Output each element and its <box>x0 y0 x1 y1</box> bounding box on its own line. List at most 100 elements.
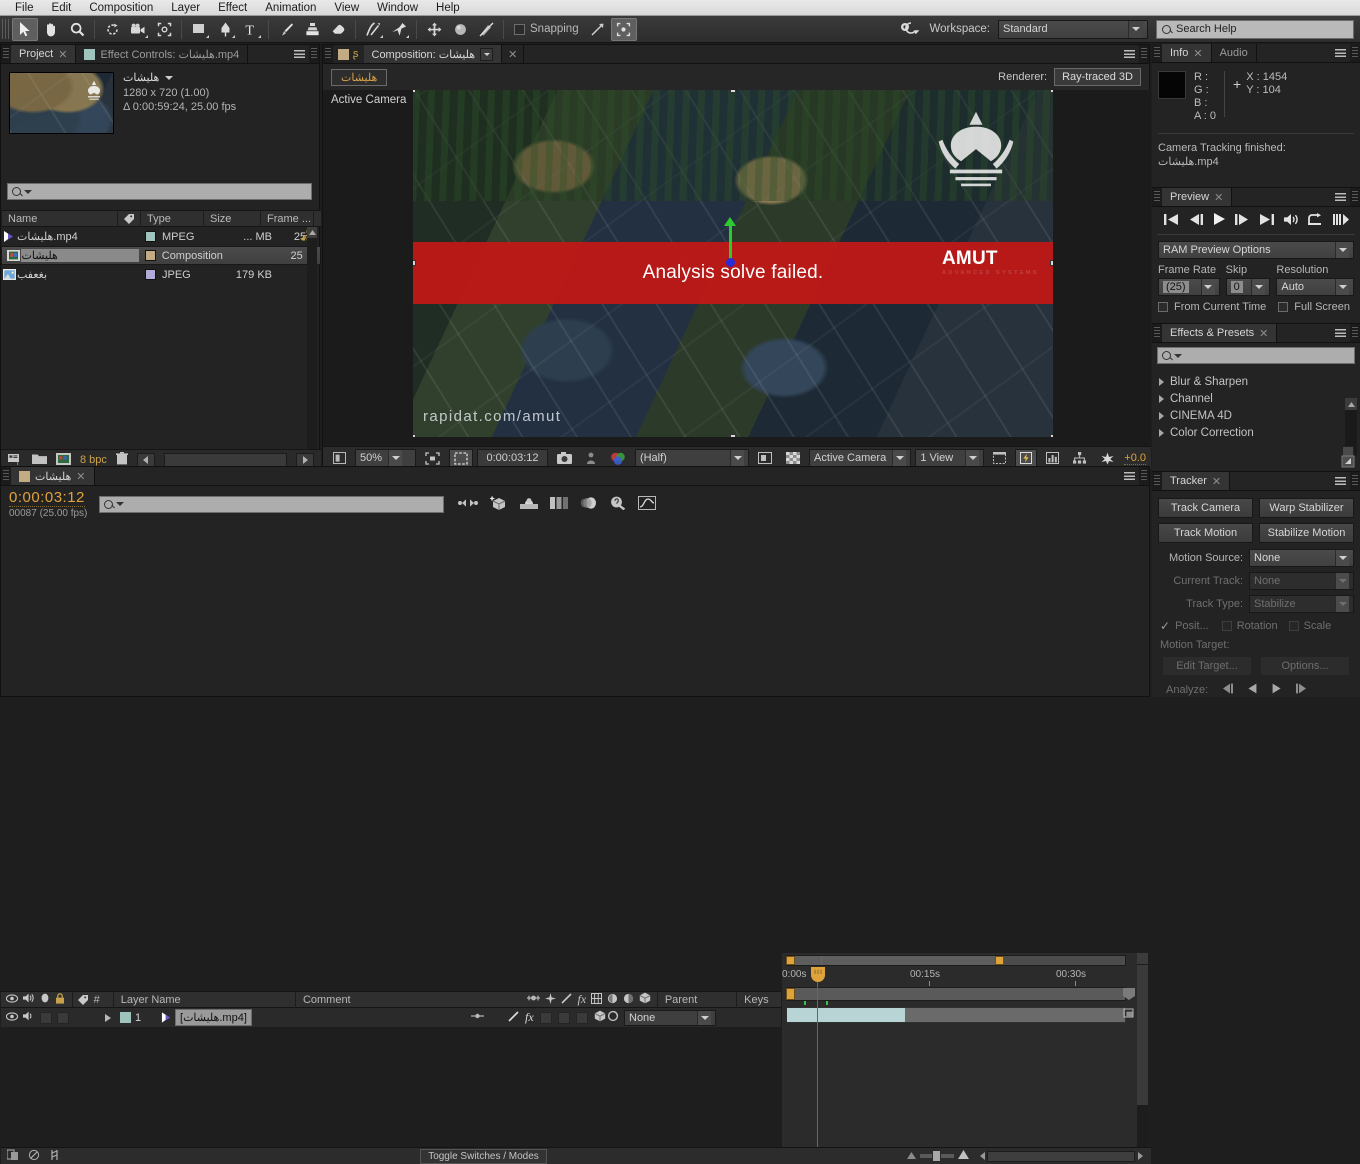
transparency-grid-icon[interactable] <box>781 449 805 467</box>
audio-icon[interactable] <box>23 993 35 1006</box>
menu-item-effect[interactable]: Effect <box>209 0 256 16</box>
effects-panel-grip[interactable] <box>1154 327 1160 339</box>
composition-panel-grip[interactable] <box>325 48 331 60</box>
close-icon[interactable]: ✕ <box>1259 327 1268 340</box>
composition-close-tab[interactable]: ✕ <box>502 45 525 63</box>
label-color-icon[interactable] <box>73 994 94 1005</box>
always-preview-icon[interactable] <box>328 449 351 467</box>
tab-audio[interactable]: Audio <box>1211 44 1257 62</box>
region-of-interest-icon[interactable] <box>420 449 445 467</box>
scroll-left-arrow-icon[interactable] <box>977 1150 987 1162</box>
no-snap-icon[interactable] <box>473 18 499 41</box>
current-timecode[interactable]: 0:00:03:12 <box>477 449 548 467</box>
brainstorm-icon[interactable] <box>49 1149 60 1164</box>
effects-category-1[interactable]: Channel <box>1152 390 1360 407</box>
tracker-panel-grip[interactable] <box>1154 475 1160 487</box>
project-search-input[interactable] <box>7 183 312 200</box>
show-snapshot-icon[interactable] <box>581 449 601 467</box>
project-row-0[interactable]: هلیشات.mp4 MPEG ... MB 25 <box>1 227 321 246</box>
check-icon[interactable]: ✓ <box>1160 619 1170 633</box>
skip-select[interactable]: 0 <box>1225 278 1271 296</box>
project-panel-grip-right[interactable] <box>311 48 317 60</box>
renderer-button[interactable]: Ray-traced 3D <box>1054 68 1141 86</box>
anchor-arrow-icon[interactable] <box>729 223 732 259</box>
first-frame-icon[interactable] <box>1163 213 1179 229</box>
toggle-mask-paths-icon[interactable] <box>449 449 474 467</box>
zoom-tool[interactable] <box>64 18 90 41</box>
parent-select[interactable]: None <box>624 1009 716 1026</box>
enable-frame-blending-icon[interactable] <box>550 496 569 513</box>
menu-item-animation[interactable]: Animation <box>256 0 325 16</box>
close-icon[interactable]: ✕ <box>76 470 85 483</box>
zoom-out-icon[interactable] <box>907 1150 916 1162</box>
effects-category-3[interactable]: Color Correction <box>1152 424 1360 441</box>
selection-handle-ml[interactable] <box>413 260 416 266</box>
exposure-reset-icon[interactable] <box>1095 449 1120 467</box>
menu-item-window[interactable]: Window <box>368 0 427 16</box>
composition-panel-grip-right[interactable] <box>1141 48 1147 60</box>
tab-composition[interactable]: Composition: هلیشات <box>363 45 503 63</box>
prev-frame-icon[interactable] <box>1188 213 1204 229</box>
project-row-1[interactable]: هلیشات Composition 25 <box>1 246 321 265</box>
pen-tool[interactable] <box>212 18 238 41</box>
take-snapshot-icon[interactable] <box>552 449 577 467</box>
selection-handle-bc[interactable] <box>730 434 736 437</box>
column-name[interactable]: Name <box>2 213 117 225</box>
ram-preview-options-select[interactable]: RAM Preview Options <box>1158 241 1354 259</box>
eye-icon[interactable] <box>5 993 19 1006</box>
effects-switch-icon[interactable]: fx <box>525 1010 534 1025</box>
composition-viewer[interactable]: Active Camera Analysis solve failed. AMU… <box>323 90 1151 446</box>
timeline-layer-row[interactable]: 1 [هلیشات.mp4] fx None <box>1 1008 781 1027</box>
effects-category-list[interactable]: Blur & Sharpen Channel CINEMA 4D Color C… <box>1152 368 1360 456</box>
work-area-end-handle[interactable] <box>995 956 1004 965</box>
layer-name[interactable]: [هلیشات.mp4] <box>175 1009 252 1026</box>
project-scrollbar[interactable] <box>307 227 317 477</box>
analyze-backward-icon[interactable] <box>1247 683 1258 697</box>
info-panel-grip-right[interactable] <box>1352 47 1358 59</box>
hand-tool[interactable] <box>38 18 64 41</box>
work-area-bar[interactable] <box>786 955 1126 966</box>
column-parent[interactable]: Parent <box>658 994 737 1006</box>
shy-switch-icon[interactable] <box>527 993 541 1006</box>
adjustment-toggle[interactable] <box>575 1011 588 1024</box>
timeline-panel-grip-right[interactable] <box>1141 470 1147 482</box>
effects-category-0[interactable]: Blur & Sharpen <box>1152 373 1360 390</box>
current-time-indicator[interactable] <box>817 969 818 1147</box>
camera-view-select[interactable]: Active Camera <box>809 449 912 467</box>
column-keys[interactable]: Keys <box>737 994 781 1006</box>
motion-blur-switch-icon[interactable] <box>607 993 618 1007</box>
navigator-thumb-icon[interactable] <box>1122 987 1136 1001</box>
timeline-scroll-thumb[interactable] <box>1137 965 1148 1105</box>
grid-guides-icon[interactable] <box>610 17 637 41</box>
loop-icon[interactable] <box>1307 212 1323 229</box>
preview-panel-grip[interactable] <box>1154 191 1160 203</box>
track-motion-button[interactable]: Track Motion <box>1158 523 1253 543</box>
effects-switch-icon[interactable]: fx <box>577 992 586 1007</box>
preview-panel-grip-right[interactable] <box>1352 191 1358 203</box>
effects-search-input[interactable] <box>1157 347 1355 364</box>
navigator-start-handle[interactable] <box>786 988 795 1000</box>
search-help-input[interactable]: Search Help <box>1156 19 1354 39</box>
tab-preview[interactable]: Preview ✕ <box>1162 188 1233 206</box>
analyze-back-one-icon[interactable] <box>1221 683 1234 697</box>
menu-item-layer[interactable]: Layer <box>162 0 209 16</box>
column-type[interactable]: Type <box>141 213 203 225</box>
label-color-icon[interactable] <box>118 213 140 224</box>
region-of-interest-toggle-icon[interactable] <box>753 449 777 467</box>
motion-blur-toggle[interactable] <box>557 1011 570 1024</box>
timeline-search-input[interactable] <box>99 495 445 513</box>
scroll-up-arrow-icon[interactable] <box>1137 953 1148 964</box>
collapse-transform-icon[interactable] <box>545 992 557 1007</box>
column-frame[interactable]: Frame ... <box>261 213 313 225</box>
menu-item-edit[interactable]: Edit <box>43 0 81 16</box>
selection-handle-tl[interactable] <box>413 90 416 93</box>
work-area-start-handle[interactable] <box>786 956 795 965</box>
fast-previews-icon[interactable] <box>1015 449 1038 467</box>
timeline-time-area[interactable]: 0:00s 00:15s 00:30s <box>782 953 1138 1147</box>
effects-panel-grip-right[interactable] <box>1352 327 1358 339</box>
warp-stabilizer-button[interactable]: Warp Stabilizer <box>1259 498 1354 518</box>
shy-switch-icon[interactable] <box>471 1011 484 1024</box>
ram-preview-icon[interactable] <box>1332 213 1349 229</box>
effects-panel-menu-button[interactable] <box>1330 324 1350 342</box>
lock-icon[interactable] <box>55 992 65 1007</box>
